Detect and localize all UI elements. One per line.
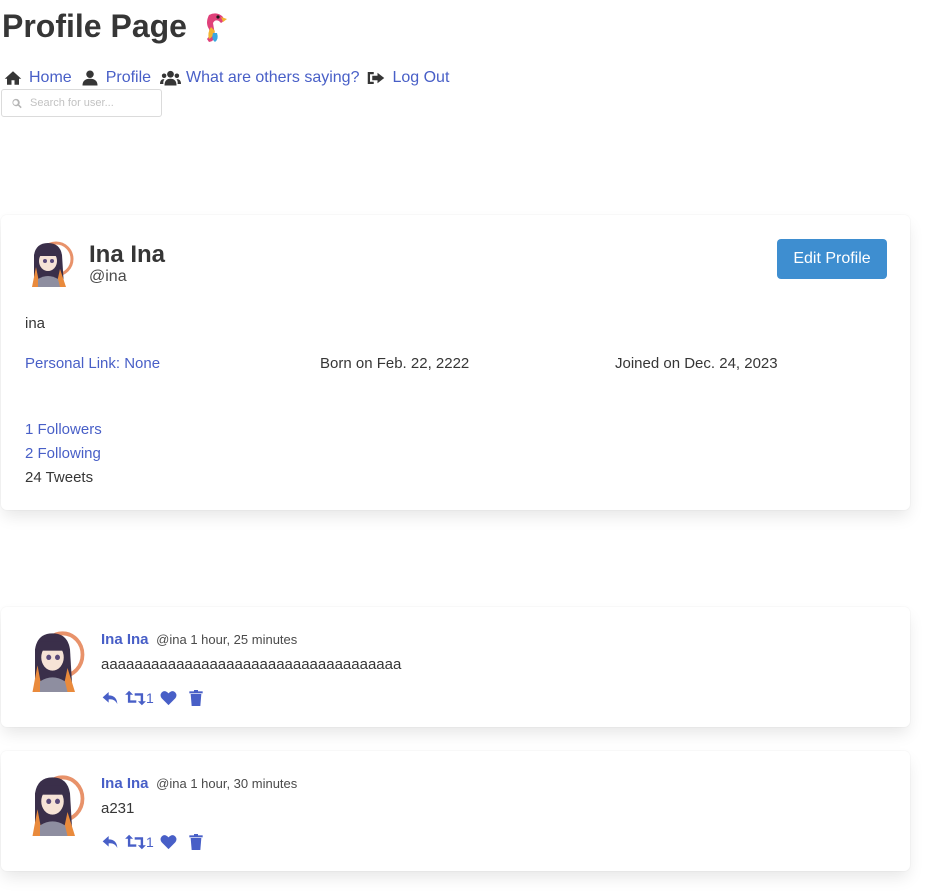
user-icon <box>82 70 98 86</box>
trash-icon <box>189 690 203 706</box>
nav-others[interactable]: What are others saying? <box>160 66 359 90</box>
main-nav: Home Profile What are others saying? Log… <box>4 66 458 90</box>
tweet-count: 24 Tweets <box>25 469 94 486</box>
nav-profile-label: Profile <box>105 69 152 86</box>
page-title-text: Profile Page <box>2 8 187 44</box>
parrot-icon <box>206 13 227 42</box>
tweet-text: aaaaaaaaaaaaaaaaaaaaaaaaaaaaaaaaaaaa <box>101 656 402 673</box>
tweet-actions: 1 <box>101 834 203 850</box>
avatar <box>25 772 85 836</box>
tweet-handle: @ina <box>156 632 187 647</box>
profile-stats: 1 Followers 2 Following 24 Tweets <box>25 418 102 490</box>
tweet-card: Ina Ina @ina 1 hour, 25 minutes aaaaaaaa… <box>1 607 910 727</box>
nav-home[interactable]: Home <box>4 66 72 90</box>
heart-icon <box>160 691 177 706</box>
page-title: Profile Page <box>2 6 231 46</box>
tweet-handle: @ina <box>156 776 187 791</box>
tweet-header: Ina Ina @ina 1 hour, 30 minutes <box>101 775 297 792</box>
users-icon <box>160 70 182 86</box>
profile-card: Ina Ina @ina Edit Profile ina Personal L… <box>1 215 910 510</box>
nav-home-label: Home <box>29 69 72 86</box>
retweet-count: 1 <box>146 690 154 706</box>
delete-button[interactable] <box>189 834 203 850</box>
logout-icon <box>368 72 385 84</box>
profile-name: Ina Ina <box>89 241 166 268</box>
like-button[interactable] <box>160 834 177 850</box>
nav-profile[interactable]: Profile <box>81 66 151 90</box>
tweet-text: a231 <box>101 800 135 817</box>
tweet-actions: 1 <box>101 690 203 706</box>
birth-date: Born on Feb. 22, 2222 <box>320 355 470 372</box>
tweet-card: Ina Ina @ina 1 hour, 30 minutes a231 1 <box>1 751 910 871</box>
join-date: Joined on Dec. 24, 2023 <box>615 355 778 372</box>
search-icon <box>12 98 22 108</box>
reply-icon <box>102 836 118 848</box>
like-button[interactable] <box>160 690 177 706</box>
tweet-time: 1 hour, 30 minutes <box>190 776 298 791</box>
avatar <box>26 239 74 287</box>
search-box <box>1 89 162 117</box>
reply-button[interactable] <box>101 834 119 850</box>
retweet-icon <box>125 690 146 706</box>
reply-button[interactable] <box>101 690 119 706</box>
retweet-button[interactable]: 1 <box>125 834 154 850</box>
avatar <box>25 628 85 692</box>
followers-link[interactable]: 1 Followers <box>25 418 102 442</box>
tweet-header: Ina Ina @ina 1 hour, 25 minutes <box>101 631 297 648</box>
following-link[interactable]: 2 Following <box>25 442 102 466</box>
tweet-time: 1 hour, 25 minutes <box>190 632 298 647</box>
nav-others-label: What are others saying? <box>186 69 360 86</box>
home-icon <box>4 71 22 85</box>
retweet-count: 1 <box>146 834 154 850</box>
search-input[interactable] <box>30 97 150 109</box>
tweet-author[interactable]: Ina Ina <box>101 775 149 792</box>
heart-icon <box>160 835 177 850</box>
edit-profile-button[interactable]: Edit Profile <box>777 239 887 279</box>
reply-icon <box>102 692 118 704</box>
nav-logout[interactable]: Log Out <box>367 66 449 90</box>
profile-bio: ina <box>25 315 46 332</box>
retweet-icon <box>125 834 146 850</box>
delete-button[interactable] <box>189 690 203 706</box>
nav-logout-label: Log Out <box>392 69 450 86</box>
trash-icon <box>189 834 203 850</box>
retweet-button[interactable]: 1 <box>125 690 154 706</box>
tweet-author[interactable]: Ina Ina <box>101 631 149 648</box>
profile-handle: @ina <box>89 268 127 285</box>
personal-link[interactable]: Personal Link: None <box>25 355 160 372</box>
